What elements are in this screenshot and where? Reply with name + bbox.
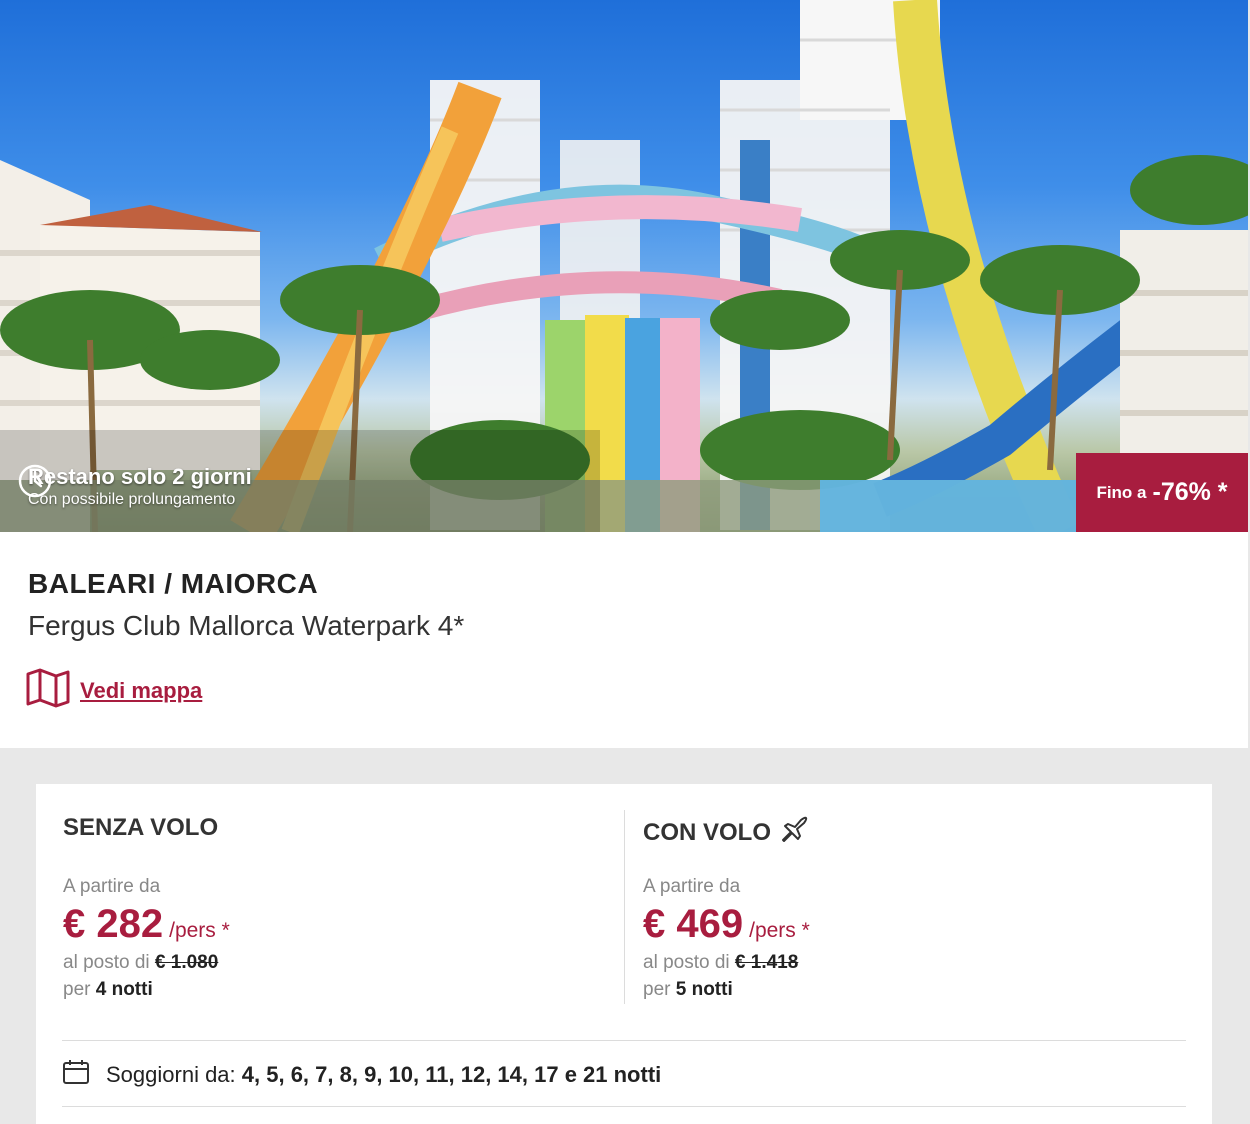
old-price: € 1.080 <box>154 952 219 973</box>
view-map-label[interactable]: Vedi mappa <box>80 678 202 704</box>
price-amount: € 282 <box>63 902 164 946</box>
with-flight-title: CON VOLO <box>643 814 809 851</box>
column-divider <box>624 810 625 1004</box>
from-label: A partire da <box>643 876 741 897</box>
without-flight-title: SENZA VOLO <box>63 814 219 841</box>
nights-prefix: per <box>63 979 91 1000</box>
offer-region: BALEARI / MAIORCA <box>28 568 319 599</box>
discount-badge: Fino a -76% * <box>1076 453 1248 532</box>
nights-line: per 5 notti <box>643 979 733 1001</box>
pricing-panel: SENZA VOLO A partire da € 282/pers * al … <box>36 784 1212 1124</box>
instead-label: al posto di <box>643 952 730 973</box>
nights-value: 5 notti <box>675 979 733 1000</box>
hotel-name[interactable]: Fergus Club Mallorca Waterpark 4* <box>28 610 464 642</box>
discount-value: -76% * <box>1152 478 1228 506</box>
price-with-flight: € 469/pers * <box>643 902 810 947</box>
price-amount: € 469 <box>643 902 744 946</box>
countdown-badge: Restano solo 2 giorni Con possibile prol… <box>18 464 252 510</box>
countdown-title: Restano solo 2 giorni <box>28 464 252 489</box>
stay-lengths: Soggiorni da: 4, 5, 6, 7, 8, 9, 10, 11, … <box>62 1058 661 1092</box>
calendar-icon <box>62 1058 90 1092</box>
hero-image[interactable]: Restano solo 2 giorni Con possibile prol… <box>0 0 1248 532</box>
old-price: € 1.418 <box>734 952 799 973</box>
offer-card[interactable]: Restano solo 2 giorni Con possibile prol… <box>0 0 1248 748</box>
stays-label: Soggiorni da: <box>106 1062 236 1087</box>
divider <box>62 1106 1186 1107</box>
instead-label: al posto di <box>63 952 150 973</box>
divider <box>62 1040 1186 1041</box>
discount-prefix: Fino a <box>1096 482 1147 502</box>
waterpark-illustration <box>0 0 1248 532</box>
price-without-flight: € 282/pers * <box>63 902 230 947</box>
from-label: A partire da <box>63 876 161 897</box>
plane-icon <box>779 814 809 851</box>
price-per: /pers * <box>749 919 810 942</box>
view-map-link[interactable]: Vedi mappa <box>26 668 202 713</box>
map-icon <box>26 668 70 713</box>
old-price-line: al posto di € 1.418 <box>643 952 798 974</box>
price-per: /pers * <box>169 919 230 942</box>
old-price-line: al posto di € 1.080 <box>63 952 218 974</box>
countdown-subtitle: Con possibile prolungamento <box>28 491 236 508</box>
nights-value: 4 notti <box>95 979 153 1000</box>
stays-values: 4, 5, 6, 7, 8, 9, 10, 11, 12, 14, 17 e 2… <box>241 1062 662 1087</box>
nights-line: per 4 notti <box>63 979 153 1001</box>
countdown-text: Restano solo 2 giorni Con possibile prol… <box>28 464 252 510</box>
nights-prefix: per <box>643 979 671 1000</box>
